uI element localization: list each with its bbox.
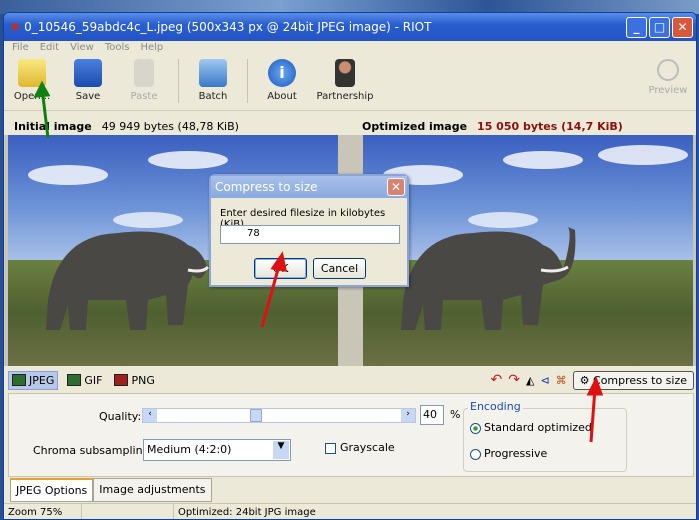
magnifier-icon: [657, 59, 679, 81]
grayscale-label: Grayscale: [340, 441, 395, 454]
scroll-right-button[interactable]: ›: [401, 409, 415, 422]
format-jpeg-label: JPEG: [29, 373, 55, 387]
rotate-left-icon[interactable]: ↶: [491, 372, 503, 388]
menu-edit[interactable]: Edit: [40, 41, 59, 55]
flip-vertical-icon[interactable]: ⊲: [540, 374, 549, 387]
scroll-left-button[interactable]: ‹: [143, 409, 157, 422]
encoding-label: Encoding: [468, 400, 523, 413]
format-png[interactable]: PNG: [111, 372, 157, 389]
ok-button[interactable]: OK: [254, 258, 307, 279]
preview-button[interactable]: Preview: [640, 59, 696, 96]
window-title: 0_10546_59abdc4c_L.jpeg (500x343 px @ 24…: [24, 20, 432, 34]
open-label: Open...: [13, 91, 51, 102]
compress-to-size-button[interactable]: ⚙ Compress to size: [572, 370, 694, 390]
flip-horizontal-icon[interactable]: ◭: [526, 374, 534, 387]
quality-input[interactable]: 40: [420, 405, 444, 425]
filesize-input[interactable]: 78: [220, 225, 400, 244]
chevron-down-icon[interactable]: ▼: [273, 441, 289, 459]
gear-icon: ⚙: [579, 373, 594, 387]
initial-image-label: Initial image: [14, 119, 92, 133]
about-button[interactable]: i About: [254, 59, 310, 102]
paste-button[interactable]: Paste: [116, 59, 172, 102]
quality-slider[interactable]: ‹ ›: [142, 408, 416, 423]
save-button[interactable]: Save: [60, 59, 116, 102]
floppy-icon: [74, 59, 102, 87]
grayscale-checkbox[interactable]: [325, 443, 336, 454]
jpeg-icon: [12, 374, 26, 386]
chroma-select[interactable]: Medium (4:2:0) ▼: [143, 439, 291, 461]
batch-button[interactable]: Batch: [185, 59, 241, 102]
menu-tools[interactable]: Tools: [105, 41, 130, 55]
encoding-group: Encoding Standard optimized Progressive: [463, 400, 627, 472]
optimized-image-view[interactable]: [363, 135, 693, 366]
dialog-title-bar: Compress to size ✕: [211, 176, 407, 198]
format-gif[interactable]: GIF: [64, 372, 105, 389]
format-gif-label: GIF: [84, 373, 103, 387]
batch-label: Batch: [198, 91, 228, 102]
status-spacer: [82, 504, 174, 519]
elephant-image-optimized: [383, 145, 688, 330]
minimize-button[interactable]: _: [626, 16, 647, 38]
save-label: Save: [75, 91, 101, 102]
jpeg-options-panel: Quality: ‹ › 40 % Chroma subsampling: Me…: [8, 393, 694, 477]
about-label: About: [267, 91, 297, 102]
standard-label: Standard optimized: [484, 421, 592, 434]
compress-dialog: Compress to size ✕ Enter desired filesize…: [209, 174, 409, 287]
rotate-right-icon[interactable]: ↷: [508, 372, 520, 388]
person-icon: [335, 59, 355, 87]
close-button[interactable]: ✕: [672, 16, 693, 38]
compress-to-size-label: Compress to size: [593, 373, 687, 387]
toolbar: Open... Save Paste Batch i About Partners…: [4, 55, 696, 111]
png-icon: [114, 374, 129, 386]
format-png-label: PNG: [131, 373, 155, 387]
status-info: Optimized: 24bit JPG image: [178, 507, 316, 518]
image-info-row: Initial image 49 949 bytes (48,78 KiB) Op…: [4, 115, 696, 137]
initial-image-size: 49 949 bytes (48,78 KiB): [101, 119, 239, 133]
menu-file[interactable]: File: [12, 41, 29, 55]
riot-window: ✹ 0_10546_59abdc4c_L.jpeg (500x343 px @ …: [3, 12, 697, 520]
menu-view[interactable]: View: [70, 41, 94, 55]
format-jpeg[interactable]: JPEG: [8, 370, 59, 390]
chroma-label: Chroma subsampling:: [33, 444, 154, 457]
app-icon: ✹: [10, 20, 21, 34]
menu-help[interactable]: Help: [140, 41, 163, 55]
toolbar-separator: [178, 59, 179, 103]
progressive-label: Progressive: [484, 447, 548, 460]
options-tabs: JPEG Options Image adjustments: [10, 478, 212, 502]
standard-radio[interactable]: [470, 423, 481, 434]
title-bar: ✹ 0_10546_59abdc4c_L.jpeg (500x343 px @ …: [4, 13, 696, 41]
optimized-image-size: 15 050 bytes (14,7 KiB): [477, 119, 623, 133]
paste-label: Paste: [130, 91, 158, 102]
tab-image-adjustments[interactable]: Image adjustments: [93, 478, 212, 502]
maximize-button[interactable]: □: [649, 16, 670, 38]
batch-icon: [199, 59, 227, 87]
folder-open-icon: [18, 59, 46, 87]
status-zoom: Zoom 75%: [4, 504, 82, 519]
paste-icon: [134, 59, 154, 87]
status-bar: Zoom 75% Optimized: 24bit JPG image: [4, 503, 696, 519]
dialog-close-button[interactable]: ✕: [387, 178, 405, 196]
menu-bar: File Edit View Tools Help: [4, 41, 696, 55]
quality-slider-thumb[interactable]: [249, 409, 262, 422]
partnership-label: Partnership: [316, 91, 374, 102]
preview-label: Preview: [648, 85, 688, 96]
toolbar-separator: [247, 59, 248, 103]
quality-unit: %: [450, 408, 461, 421]
chroma-value: Medium (4:2:0): [147, 443, 232, 456]
tab-jpeg-options[interactable]: JPEG Options: [10, 478, 94, 502]
format-bar: JPEG GIF PNG ↶ ↷ ◭ ⊲ ⌘ ⚙ Compress to siz…: [8, 368, 694, 392]
open-button[interactable]: Open...: [4, 59, 60, 102]
optimized-image-label: Optimized image: [362, 119, 468, 133]
dialog-title: Compress to size: [215, 180, 318, 194]
progressive-radio[interactable]: [470, 449, 481, 460]
gif-icon: [67, 374, 82, 386]
quality-label: Quality:: [99, 410, 142, 423]
info-icon: i: [268, 59, 296, 87]
partnership-button[interactable]: Partnership: [310, 59, 380, 102]
cancel-button[interactable]: Cancel: [313, 258, 366, 279]
fit-icon[interactable]: ⌘: [556, 374, 567, 387]
